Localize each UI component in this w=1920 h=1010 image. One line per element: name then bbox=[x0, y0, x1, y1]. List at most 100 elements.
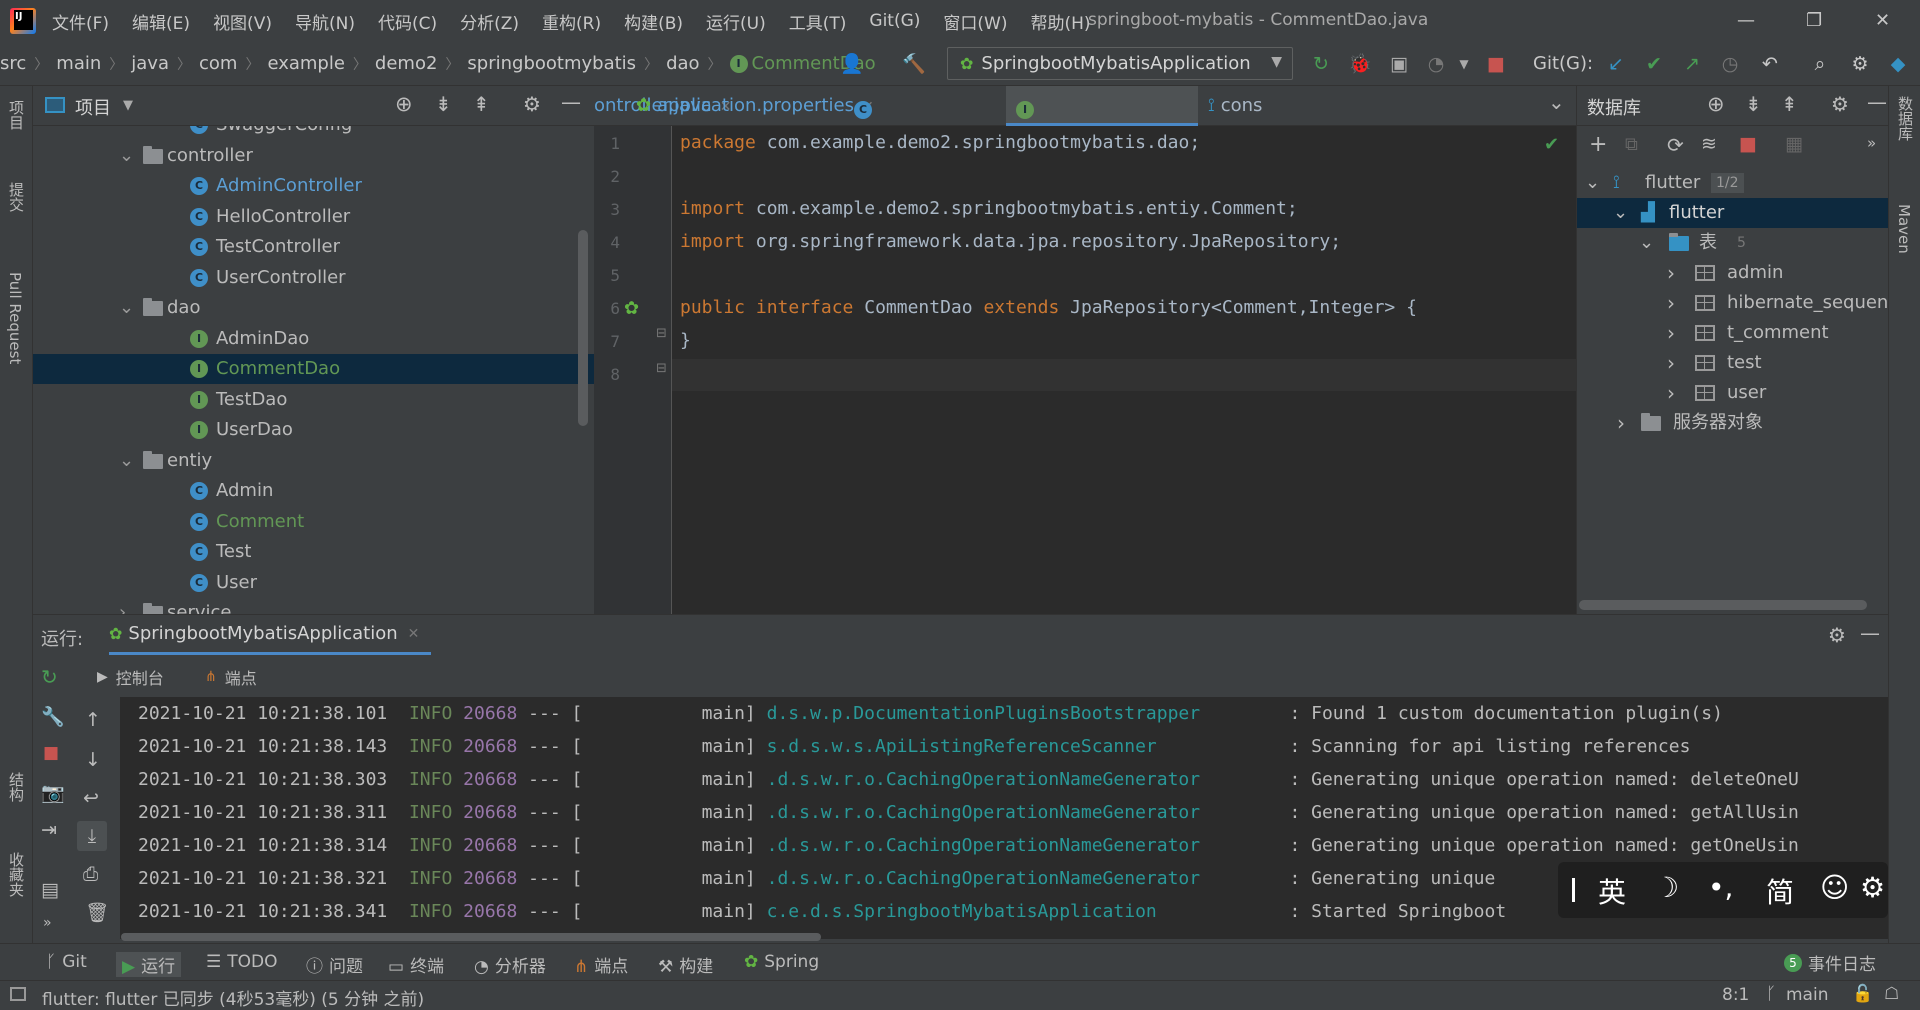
menu-item[interactable]: 窗口(W) bbox=[943, 9, 1007, 34]
db-tree-node[interactable]: › test bbox=[1577, 348, 1889, 378]
ime-language-toggle[interactable]: 英 bbox=[1598, 871, 1626, 911]
menu-item[interactable]: 分析(Z) bbox=[460, 9, 519, 34]
chevron-down-icon[interactable]: ⌄ bbox=[1639, 228, 1654, 258]
menu-item[interactable]: 构建(B) bbox=[624, 9, 683, 34]
db-tree-node[interactable]: ⌄ 表 5 bbox=[1577, 228, 1889, 258]
expand-all-icon[interactable]: ⇟ bbox=[435, 92, 452, 116]
exit-icon[interactable]: ⇥ bbox=[41, 819, 57, 841]
chevron-right-icon[interactable]: › bbox=[1667, 378, 1675, 408]
ime-simplified-toggle[interactable]: 简 bbox=[1766, 871, 1794, 911]
breadcrumb-item[interactable]: demo2 bbox=[375, 53, 438, 74]
stop-icon[interactable]: ■ bbox=[43, 743, 59, 763]
editor-tab[interactable]: CComment.java✕ bbox=[844, 86, 1006, 156]
run-config-tab[interactable]: ✿ SpringbootMybatisApplication ✕ bbox=[109, 615, 432, 655]
menu-item[interactable]: 帮助(H) bbox=[1030, 9, 1090, 34]
chevron-right-icon[interactable]: › bbox=[1667, 258, 1675, 288]
db-tree-node[interactable]: › 服务器对象 bbox=[1577, 408, 1889, 438]
trash-icon[interactable]: 🗑 bbox=[85, 901, 109, 924]
git-history-icon[interactable]: ◷ bbox=[1718, 52, 1742, 76]
notifications-icon[interactable]: ☖ bbox=[1884, 984, 1899, 1004]
chevron-down-icon[interactable]: ⌄ bbox=[1585, 168, 1600, 198]
more-run-chevron-icon[interactable]: ▼ bbox=[1452, 52, 1476, 76]
tool-window-endpoints[interactable]: ⋔ 端点 bbox=[574, 952, 628, 977]
tree-node[interactable]: C UserController bbox=[33, 263, 594, 293]
wrench-icon[interactable]: 🔧 bbox=[41, 705, 65, 728]
db-tree-node[interactable]: › user bbox=[1577, 378, 1889, 408]
chevron-down-icon[interactable]: ⌄ bbox=[119, 141, 135, 171]
tool-window-run[interactable]: ▶ 运行 bbox=[116, 952, 182, 977]
stop-icon[interactable]: ■ bbox=[1484, 52, 1508, 76]
code-editor[interactable]: 1 2 3 4 5 6 7 8 ⊟ ⊟ ✿ package com.example.demo2.sp… bbox=[594, 126, 1576, 614]
punctuation-icon[interactable]: •, bbox=[1708, 871, 1733, 904]
tool-window-profiler[interactable]: ◔ 分析器 bbox=[474, 952, 546, 977]
project-tool-tab[interactable]: 项目 bbox=[6, 100, 27, 130]
arrow-down-icon[interactable]: ↓ bbox=[85, 749, 101, 771]
breadcrumb-item[interactable]: src bbox=[0, 53, 26, 74]
tree-node[interactable]: I UserDao bbox=[33, 415, 594, 445]
tool-window-build[interactable]: ⚒ 构建 bbox=[658, 952, 713, 977]
status-message[interactable]: flutter: flutter 已同步 (4秒53毫秒) (5 分钟 之前) bbox=[42, 985, 424, 1010]
rerun-icon[interactable]: ↻ bbox=[41, 665, 58, 689]
collapse-all-icon[interactable]: ⇞ bbox=[473, 92, 490, 116]
settings-gear-icon[interactable]: ⚙ bbox=[1848, 52, 1872, 76]
schema-sync-icon[interactable]: ≋ bbox=[1701, 133, 1717, 155]
ime-drag-handle[interactable] bbox=[1572, 878, 1575, 902]
tree-node[interactable]: ⌄ dao bbox=[33, 293, 594, 323]
more-chevron-icon[interactable]: » bbox=[43, 915, 52, 931]
run-configuration-select[interactable]: ✿ SpringbootMybatisApplication ▼ bbox=[947, 47, 1293, 80]
db-scrollbar[interactable] bbox=[1579, 600, 1867, 610]
tree-node[interactable]: C AdminController bbox=[33, 171, 594, 201]
settings-gear-icon[interactable]: ⚙ bbox=[1828, 623, 1846, 647]
camera-icon[interactable]: 📷 bbox=[41, 781, 65, 804]
tree-node[interactable]: ⌄ controller bbox=[33, 141, 594, 171]
project-panel-title[interactable]: 项目 bbox=[75, 94, 111, 120]
console-scrollbar[interactable] bbox=[121, 933, 821, 941]
hide-panel-icon[interactable]: — bbox=[561, 90, 581, 114]
maven-tool-tab[interactable]: Maven bbox=[1895, 204, 1913, 254]
caret-position[interactable]: 8:1 bbox=[1722, 985, 1749, 1005]
scroll-to-end-icon[interactable]: ⤓ bbox=[77, 821, 107, 851]
git-push-icon[interactable]: ↗ bbox=[1680, 52, 1704, 76]
db-tree-node[interactable]: ⌄ ▟ flutter bbox=[1577, 198, 1889, 228]
menu-item[interactable]: 视图(V) bbox=[213, 9, 272, 34]
more-chevron-icon[interactable]: » bbox=[1867, 134, 1876, 152]
tree-node[interactable]: C SwaggerConfig bbox=[33, 126, 594, 140]
collapse-all-icon[interactable]: ⇞ bbox=[1781, 92, 1798, 116]
tab-list-chevron-icon[interactable]: ⌄ bbox=[1548, 90, 1565, 114]
plugin-logo-icon[interactable]: ◆ bbox=[1886, 52, 1910, 76]
git-branch-label[interactable]: main bbox=[1786, 985, 1828, 1005]
tree-node[interactable]: C User bbox=[33, 568, 594, 598]
expand-all-icon[interactable]: ⇟ bbox=[1745, 92, 1762, 116]
rollback-icon[interactable]: ↶ bbox=[1758, 52, 1782, 76]
editor-tab[interactable]: ✿application.properties✕ bbox=[626, 86, 874, 126]
menu-item[interactable]: 工具(T) bbox=[789, 9, 847, 34]
structure-tool-tab[interactable]: 结构 bbox=[6, 772, 27, 802]
stop-icon[interactable]: ■ bbox=[1739, 133, 1757, 155]
tree-node[interactable]: C Test bbox=[33, 537, 594, 567]
db-tree-node[interactable]: › t_comment bbox=[1577, 318, 1889, 348]
lock-icon[interactable]: 🔓 bbox=[1852, 984, 1873, 1004]
tool-window-terminal[interactable]: ▭ 终端 bbox=[388, 952, 444, 977]
layout-icon[interactable]: ▤ bbox=[41, 879, 59, 901]
inspection-ok-check-icon[interactable]: ✔ bbox=[1544, 134, 1559, 155]
git-update-icon[interactable]: ↙ bbox=[1604, 52, 1628, 76]
tree-node[interactable]: C HelloController bbox=[33, 202, 594, 232]
menu-item[interactable]: 导航(N) bbox=[295, 9, 355, 34]
menu-item[interactable]: 代码(C) bbox=[378, 9, 437, 34]
coverage-icon[interactable]: ▣ bbox=[1387, 52, 1411, 76]
tree-scrollbar[interactable] bbox=[578, 230, 588, 426]
emoji-icon[interactable]: ☺ bbox=[1820, 871, 1849, 904]
intellij-logo-icon[interactable] bbox=[10, 8, 36, 34]
tool-window-todo[interactable]: ☰ TODO bbox=[206, 952, 278, 972]
tree-node[interactable]: › service bbox=[33, 598, 594, 614]
chevron-right-icon[interactable]: › bbox=[1617, 408, 1625, 438]
settings-gear-icon[interactable]: ⚙ bbox=[1860, 871, 1885, 904]
tool-window-git[interactable]: ᚴ Git bbox=[46, 952, 87, 972]
db-tree-node[interactable]: ⌄ ⟟ flutter 1/2 bbox=[1577, 168, 1889, 198]
hide-panel-icon[interactable]: — bbox=[1867, 90, 1887, 114]
menu-item[interactable]: Git(G) bbox=[869, 11, 920, 31]
tool-window-problems[interactable]: ⓘ 问题 bbox=[306, 952, 363, 977]
favorites-tool-tab[interactable]: 收藏夹 bbox=[6, 852, 27, 897]
add-icon[interactable]: + bbox=[1589, 132, 1607, 157]
hide-panel-icon[interactable]: — bbox=[1860, 621, 1880, 645]
